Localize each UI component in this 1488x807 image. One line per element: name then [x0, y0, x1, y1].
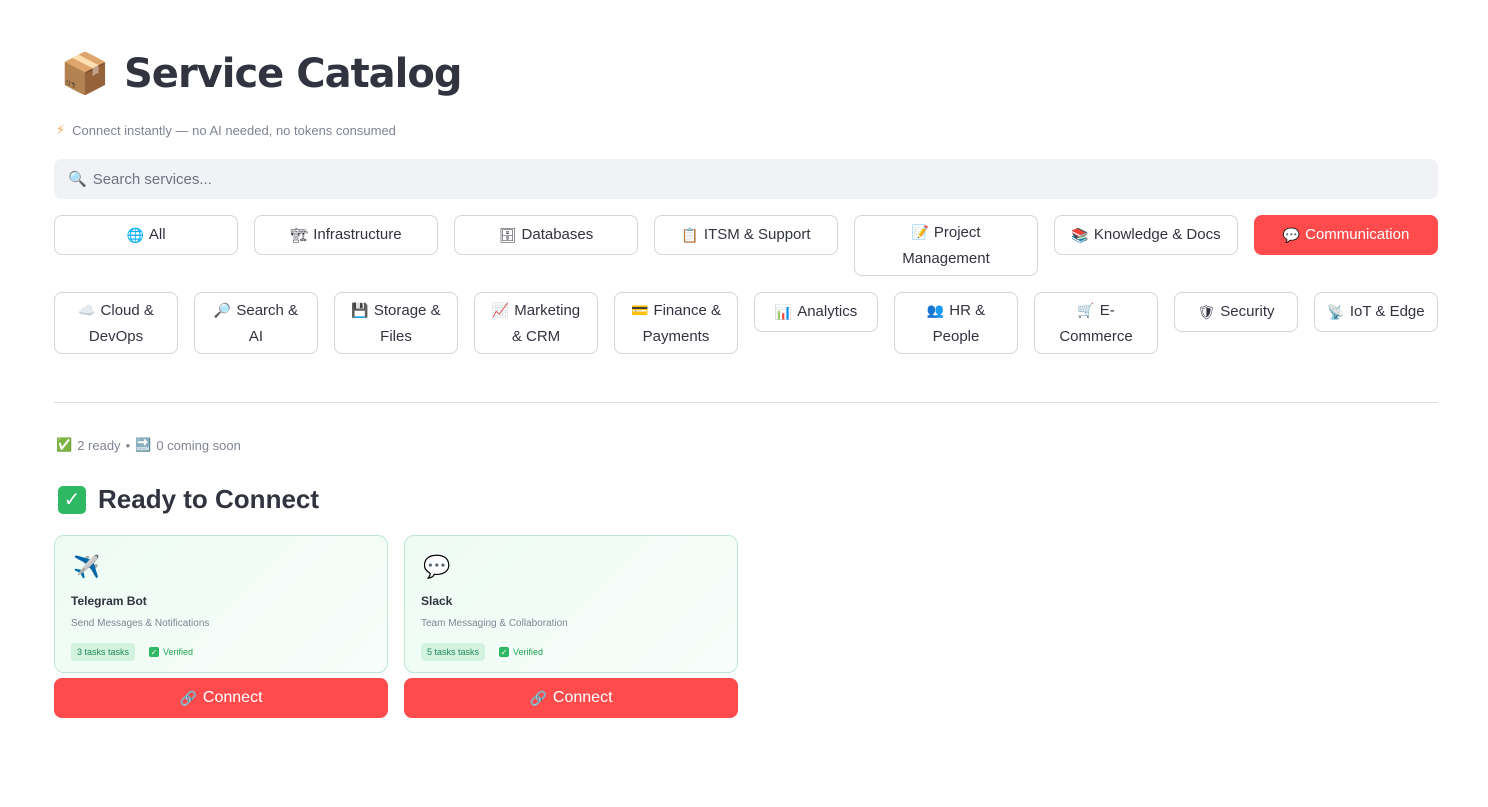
category-hr-people[interactable]: 👥 HR & People — [894, 292, 1018, 354]
category-finance-payments[interactable]: 💳 Finance & Payments — [614, 292, 738, 354]
airplane-icon: ✈️ — [73, 554, 101, 579]
subtitle-text: Connect instantly — no AI needed, no tok… — [72, 122, 396, 138]
category-itsm-support[interactable]: 📋 ITSM & Support — [654, 215, 838, 255]
magnifier-icon: 🔎 — [213, 301, 232, 318]
memo-icon: 📝 — [911, 224, 929, 240]
verified-badge: ✓ Verified — [499, 643, 543, 661]
connect-label: Connect — [202, 689, 263, 706]
clipboard-icon: 📋 — [681, 227, 699, 243]
subtitle: ⚡ Connect instantly — no AI needed, no t… — [56, 122, 396, 138]
satellite-icon: 📡 — [1327, 304, 1345, 320]
page-title: 📦 Service Catalog — [60, 50, 462, 97]
service-card-telegram: ✈️ Telegram Bot Send Messages & Notifica… — [54, 535, 388, 673]
globe-icon: 🌐 — [126, 227, 144, 243]
service-description: Send Messages & Notifications — [71, 618, 210, 629]
people-icon: 👥 — [926, 301, 945, 318]
category-databases[interactable]: 🗄 Databases — [454, 215, 638, 255]
category-communication[interactable]: 💬 Communication — [1254, 215, 1438, 255]
category-security[interactable]: 🛡 Security — [1174, 292, 1298, 332]
books-icon: 📚 — [1071, 227, 1089, 243]
connect-label: Connect — [552, 689, 613, 706]
verified-check-icon: ✓ — [149, 647, 159, 657]
bolt-icon: ⚡ — [56, 122, 66, 137]
link-icon: 🔗 — [529, 689, 547, 706]
construction-icon: 🏗 — [290, 227, 309, 243]
category-infrastructure[interactable]: 🏗 Infrastructure — [254, 215, 438, 255]
category-e-commerce[interactable]: 🛒 E-Commerce — [1034, 292, 1158, 354]
category-all[interactable]: 🌐 All — [54, 215, 238, 255]
link-icon: 🔗 — [179, 689, 197, 706]
page-title-text: Service Catalog — [124, 50, 462, 97]
ready-count: 2 ready — [77, 437, 121, 453]
separator: • — [125, 437, 131, 453]
category-cloud-devops[interactable]: ☁️ Cloud & DevOps — [54, 292, 178, 354]
section-title: Ready to Connect — [98, 484, 320, 514]
package-icon: 📦 — [60, 52, 110, 96]
verified-badge: ✓ Verified — [149, 643, 193, 661]
status-summary: ✅ 2 ready • 🔜 0 coming soon — [56, 437, 241, 453]
category-project-management[interactable]: 📝 Project Management — [854, 215, 1038, 276]
database-icon: 🗄 — [498, 227, 517, 243]
service-name: Slack — [421, 594, 453, 608]
verified-label: Verified — [513, 647, 544, 657]
connect-button-telegram[interactable]: 🔗 Connect — [54, 678, 388, 718]
category-marketing-crm[interactable]: 📈 Marketing & CRM — [474, 292, 598, 354]
category-search-ai[interactable]: 🔎 Search & AI — [194, 292, 318, 354]
verified-label: Verified — [163, 647, 194, 657]
check-box-icon: ✓ — [58, 485, 86, 514]
soon-arrow-icon: 🔜 — [135, 437, 152, 452]
service-name: Telegram Bot — [71, 594, 147, 608]
check-icon: ✅ — [56, 437, 73, 452]
connect-button-slack[interactable]: 🔗 Connect — [404, 678, 738, 718]
search-icon: 🔍 — [68, 171, 87, 188]
floppy-disk-icon: 💾 — [351, 301, 369, 318]
cart-icon: 🛒 — [1077, 301, 1095, 318]
coming-soon-count: 0 coming soon — [156, 437, 241, 453]
service-card-slack: 💬 Slack Team Messaging & Collaboration 5… — [404, 535, 738, 673]
speech-bubble-icon: 💬 — [1282, 227, 1301, 243]
speech-bubble-icon: 💬 — [423, 554, 451, 579]
credit-card-icon: 💳 — [631, 301, 649, 318]
shield-icon: 🛡 — [1197, 304, 1216, 320]
tasks-badge: 5 tasks tasks — [421, 643, 486, 661]
section-heading: ✓ Ready to Connect — [58, 484, 319, 515]
divider — [54, 402, 1438, 403]
category-analytics[interactable]: 📊 Analytics — [754, 292, 878, 332]
category-knowledge-docs[interactable]: 📚 Knowledge & Docs — [1054, 215, 1238, 255]
cloud-icon: ☁️ — [78, 301, 96, 318]
bar-chart-icon: 📊 — [774, 304, 793, 320]
service-description: Team Messaging & Collaboration — [421, 618, 568, 629]
category-iot-edge[interactable]: 📡 IoT & Edge — [1314, 292, 1438, 332]
category-storage-files[interactable]: 💾 Storage & Files — [334, 292, 458, 354]
tasks-badge: 3 tasks tasks — [71, 643, 136, 661]
verified-check-icon: ✓ — [499, 647, 509, 657]
search-input[interactable] — [92, 170, 1393, 188]
search-bar[interactable]: 🔍 — [54, 159, 1438, 199]
chart-up-icon: 📈 — [491, 301, 510, 318]
